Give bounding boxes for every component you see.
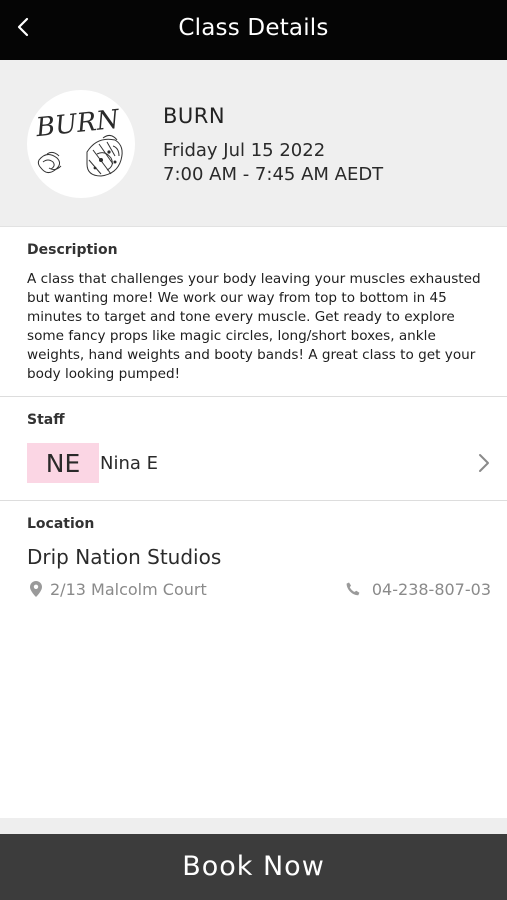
staff-name: Nina E (100, 453, 158, 474)
description-text: A class that challenges your body leavin… (27, 271, 481, 382)
location-label: Location (27, 516, 95, 532)
address-link[interactable]: 2/13 Malcolm Court (30, 578, 207, 600)
studio-name: Drip Nation Studios (27, 545, 222, 569)
class-time: 7:00 AM - 7:45 AM AEDT (163, 164, 384, 185)
class-logo-text: BURN (34, 105, 122, 144)
page-title: Class Details (178, 15, 329, 41)
map-pin-icon (30, 581, 42, 597)
class-logo: BURN (27, 90, 135, 198)
chevron-right-icon (479, 454, 489, 472)
class-name: BURN (163, 104, 226, 128)
staff-avatar: NE (27, 443, 99, 483)
class-summary: BURN BURN Friday Jul 15 2022 7:00 AM - 7… (0, 60, 507, 227)
top-bar: Class Details (0, 0, 507, 60)
phone-icon (346, 582, 360, 596)
description-label: Description (27, 242, 118, 258)
class-logo-image: BURN (34, 105, 123, 177)
class-date: Friday Jul 15 2022 (163, 140, 326, 161)
phone-text: 04-238-807-03 (371, 579, 491, 599)
address-text: 2/13 Malcolm Court (50, 579, 207, 599)
phone-link[interactable]: 04-238-807-03 (346, 578, 491, 600)
book-now-button[interactable]: Book Now (0, 834, 507, 900)
class-details-screen: Class Details BURN BURN Friday Jul 15 20… (0, 0, 507, 900)
staff-label: Staff (27, 412, 65, 428)
staff-row[interactable]: NE Nina E (0, 436, 507, 490)
divider (0, 396, 507, 397)
bottom-strip (0, 818, 507, 834)
divider (0, 500, 507, 501)
